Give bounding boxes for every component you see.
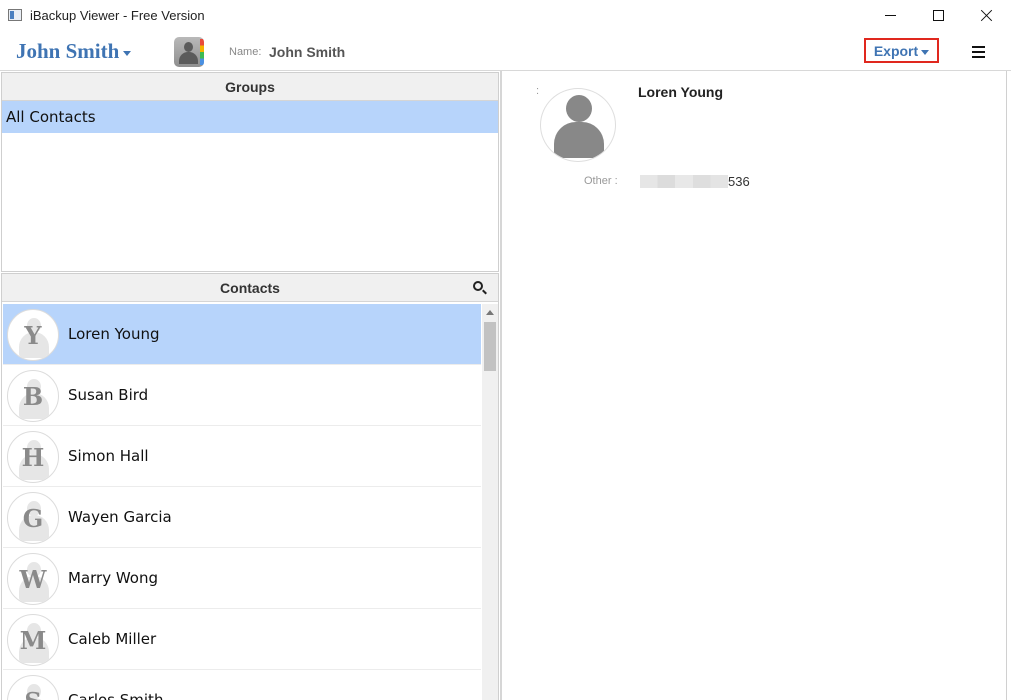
avatar: Y — [7, 309, 59, 361]
scroll-thumb[interactable] — [484, 322, 496, 371]
avatar: S — [7, 675, 59, 700]
contact-name: Susan Bird — [68, 386, 149, 404]
contact-row[interactable]: Y Loren Young — [3, 304, 481, 365]
maximize-icon — [932, 10, 944, 21]
contacts-header-label: Contacts — [220, 279, 280, 296]
avatar-initial: H — [21, 442, 45, 472]
window-right-border — [1006, 71, 1007, 700]
detail-colon: : — [536, 85, 540, 97]
avatar-initial: G — [22, 503, 44, 533]
contact-row[interactable]: G Wayen Garcia — [3, 487, 481, 548]
contact-row[interactable]: S Carlos Smith — [3, 670, 481, 700]
window-title: iBackup Viewer - Free Version — [30, 8, 205, 23]
contacts-panel: Contacts Y Loren Young B Susan Bird H Si… — [1, 273, 499, 700]
contact-row[interactable]: M Caleb Miller — [3, 609, 481, 670]
export-label: Export — [873, 42, 919, 59]
groups-panel: Groups All Contacts — [1, 72, 499, 272]
redacted-phone-number — [640, 175, 728, 188]
avatar: H — [7, 431, 59, 483]
maximize-button[interactable] — [915, 0, 961, 31]
chevron-down-icon — [921, 49, 930, 55]
contact-detail-name: Loren Young — [638, 84, 724, 100]
avatar: B — [7, 370, 59, 422]
avatar-initial: M — [19, 625, 47, 655]
app-icon — [8, 9, 22, 21]
search-icon[interactable] — [473, 281, 487, 295]
contact-row[interactable]: H Simon Hall — [3, 426, 481, 487]
name-value: John Smith — [269, 44, 346, 60]
chevron-down-icon — [123, 50, 132, 56]
contact-photo-icon — [540, 88, 616, 162]
group-item-all-contacts[interactable]: All Contacts — [2, 101, 498, 133]
export-button[interactable]: Export — [864, 38, 939, 63]
phone-field-value: 536 — [728, 174, 750, 189]
device-name: John Smith — [16, 39, 120, 63]
contact-name: Simon Hall — [68, 447, 149, 465]
avatar: W — [7, 553, 59, 605]
contact-list-scrollbar[interactable] — [482, 304, 498, 700]
avatar-initial: Y — [24, 320, 42, 350]
avatar-initial: S — [8, 676, 58, 700]
contact-name: Caleb Miller — [68, 630, 157, 648]
contact-list: Y Loren Young B Susan Bird H Simon Hall … — [3, 304, 481, 700]
device-selector[interactable]: John Smith — [16, 39, 132, 64]
contact-name: Wayen Garcia — [68, 508, 172, 526]
phone-field-label: Other : — [584, 175, 618, 187]
contact-detail-pane: : Loren Young Other : 536 — [502, 71, 1006, 700]
contact-name: Carlos Smith — [68, 691, 164, 700]
scroll-up-arrow-icon[interactable] — [482, 304, 498, 321]
title-bar: iBackup Viewer - Free Version — [0, 0, 1011, 31]
contact-name: Loren Young — [68, 325, 160, 343]
contact-row[interactable]: B Susan Bird — [3, 365, 481, 426]
avatar-initial: B — [22, 381, 44, 411]
groups-header: Groups — [2, 73, 498, 101]
avatar-initial: W — [19, 564, 47, 594]
left-pane: Groups All Contacts Contacts Y Loren You… — [0, 71, 500, 700]
contact-row[interactable]: W Marry Wong — [3, 548, 481, 609]
minimize-button[interactable] — [867, 0, 913, 31]
hamburger-menu-button[interactable] — [972, 46, 986, 58]
close-button[interactable] — [963, 0, 1009, 31]
contacts-app-icon — [174, 37, 204, 67]
close-icon — [980, 9, 993, 22]
app-header: John Smith Name: John Smith Export — [0, 31, 1011, 71]
name-label: Name: — [229, 46, 262, 58]
avatar: G — [7, 492, 59, 544]
contacts-header: Contacts — [2, 274, 498, 302]
avatar: M — [7, 614, 59, 666]
minimize-icon — [884, 15, 896, 16]
contact-name: Marry Wong — [68, 569, 159, 587]
